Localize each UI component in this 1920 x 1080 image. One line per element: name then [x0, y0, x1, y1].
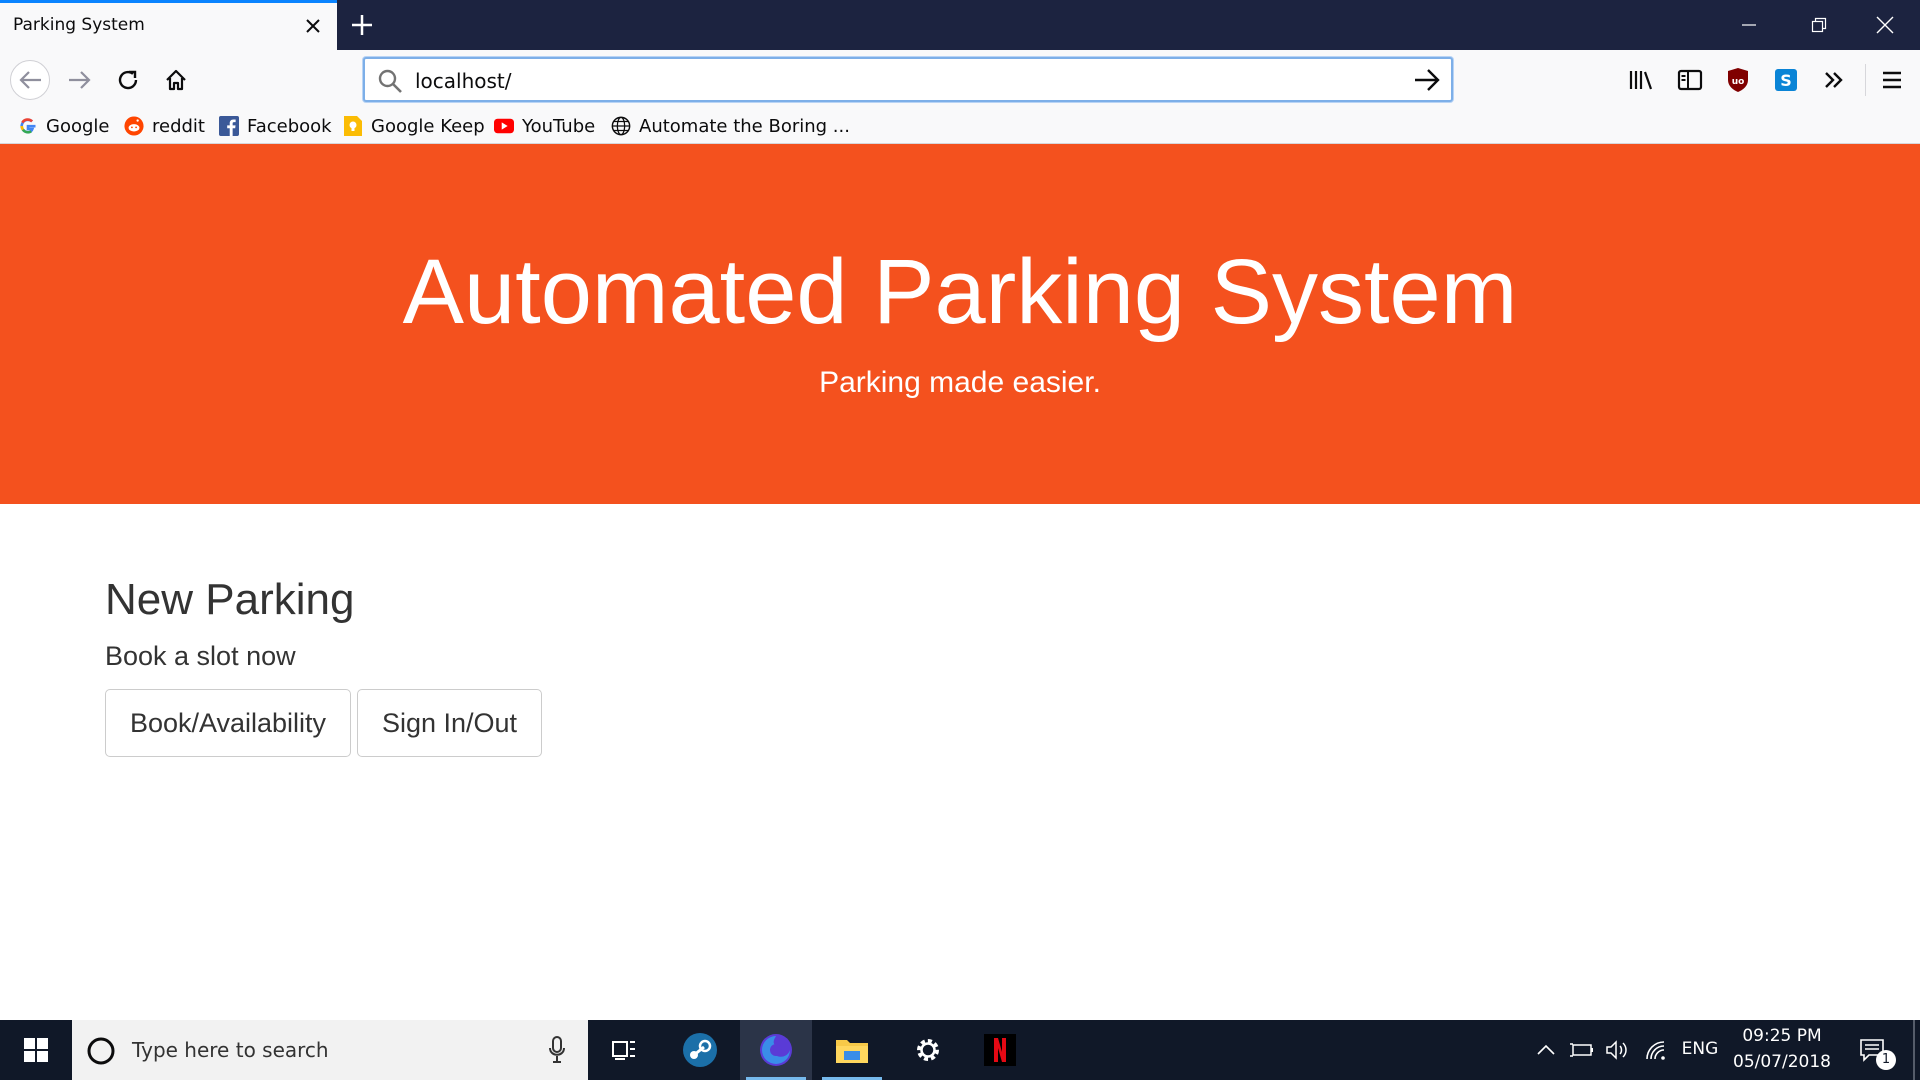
title-bar: Parking System — [0, 0, 1920, 50]
bookmarks-toolbar: Google reddit Facebook Google Keep YouTu… — [0, 109, 1920, 144]
home-button[interactable] — [156, 60, 196, 100]
google-keep-icon — [343, 116, 363, 136]
new-tab-button[interactable] — [344, 8, 380, 42]
task-view-icon[interactable] — [588, 1020, 660, 1080]
bookmark-label: Facebook — [247, 115, 332, 137]
notification-center-icon[interactable]: 1 — [1856, 1036, 1896, 1070]
language-indicator[interactable]: ENG — [1680, 1039, 1720, 1059]
facebook-icon — [219, 116, 239, 136]
search-icon — [377, 68, 403, 94]
globe-icon — [611, 116, 631, 136]
settings-icon[interactable] — [892, 1020, 964, 1080]
hero-banner: Automated Parking System Parking made ea… — [0, 144, 1920, 504]
clock-date[interactable]: 05/07/2018 — [1722, 1052, 1842, 1072]
notification-count-badge: 1 — [1876, 1050, 1896, 1070]
reload-button[interactable] — [108, 60, 148, 100]
bookmark-label: YouTube — [522, 115, 596, 137]
tab-title: Parking System — [13, 15, 145, 35]
library-icon[interactable] — [1622, 60, 1662, 100]
bookmark-facebook[interactable]: Facebook — [219, 113, 332, 139]
svg-text:S: S — [1780, 71, 1792, 90]
minimize-button[interactable] — [1714, 0, 1784, 50]
bookmark-google[interactable]: Google — [18, 113, 109, 139]
go-arrow-icon[interactable] — [1413, 67, 1441, 93]
microphone-icon[interactable] — [548, 1036, 566, 1064]
forward-button[interactable] — [60, 60, 100, 100]
bookmark-google-keep[interactable]: Google Keep — [343, 113, 485, 139]
toolbar-divider — [1865, 64, 1866, 96]
reddit-icon — [124, 116, 144, 136]
volume-icon[interactable] — [1604, 1038, 1632, 1062]
firefox-icon[interactable] — [740, 1020, 812, 1080]
hamburger-menu-icon[interactable] — [1872, 60, 1912, 100]
overflow-chevron-icon[interactable] — [1814, 60, 1854, 100]
svg-text:uo: uo — [1732, 77, 1745, 87]
section-subtitle: Book a slot now — [105, 641, 296, 671]
page-subtitle: Parking made easier. — [819, 366, 1101, 399]
bookmark-label: Google — [46, 115, 110, 137]
browser-tab[interactable]: Parking System — [0, 0, 337, 50]
show-hidden-icons-chevron-icon[interactable] — [1532, 1038, 1560, 1062]
bookmark-label: Automate the Boring ... — [639, 115, 850, 137]
bookmark-label: reddit — [152, 115, 205, 137]
url-text: localhost/ — [415, 69, 512, 93]
windows-start-icon[interactable] — [0, 1020, 72, 1080]
ublock-origin-icon[interactable]: uo — [1718, 60, 1758, 100]
book-availability-button[interactable]: Book/Availability — [105, 689, 351, 757]
bookmark-automate-the-boring[interactable]: Automate the Boring ... — [611, 113, 850, 139]
google-icon — [18, 116, 38, 136]
page-title: Automated Parking System — [402, 241, 1518, 343]
sign-in-out-button[interactable]: Sign In/Out — [357, 689, 542, 757]
close-window-button[interactable] — [1850, 0, 1920, 50]
sidebar-icon[interactable] — [1670, 60, 1710, 100]
show-desktop-strip[interactable] — [1913, 1020, 1915, 1080]
section-title: New Parking — [105, 575, 355, 624]
skype-extension-icon[interactable]: S — [1766, 60, 1806, 100]
taskbar-search-box[interactable]: Type here to search — [72, 1020, 588, 1080]
restore-button[interactable] — [1784, 0, 1854, 50]
cortana-icon — [86, 1036, 116, 1066]
file-explorer-icon[interactable] — [816, 1020, 888, 1080]
search-placeholder: Type here to search — [132, 1038, 329, 1062]
clock-time[interactable]: 09:25 PM — [1722, 1026, 1842, 1046]
steam-icon[interactable] — [664, 1020, 736, 1080]
back-button[interactable] — [10, 60, 50, 100]
battery-icon[interactable] — [1568, 1038, 1596, 1062]
windows-taskbar: Type here to search ENG 09:25 PM 05/07/2… — [0, 1020, 1920, 1080]
youtube-icon — [494, 116, 514, 136]
netflix-icon[interactable] — [964, 1020, 1036, 1080]
bookmark-label: Google Keep — [371, 115, 485, 137]
navigation-toolbar: localhost/ uo S — [0, 50, 1920, 109]
url-bar[interactable]: localhost/ — [363, 57, 1453, 102]
close-tab-icon[interactable] — [301, 14, 325, 38]
bookmark-reddit[interactable]: reddit — [124, 113, 205, 139]
bookmark-youtube[interactable]: YouTube — [494, 113, 595, 139]
wifi-icon[interactable] — [1642, 1038, 1670, 1062]
